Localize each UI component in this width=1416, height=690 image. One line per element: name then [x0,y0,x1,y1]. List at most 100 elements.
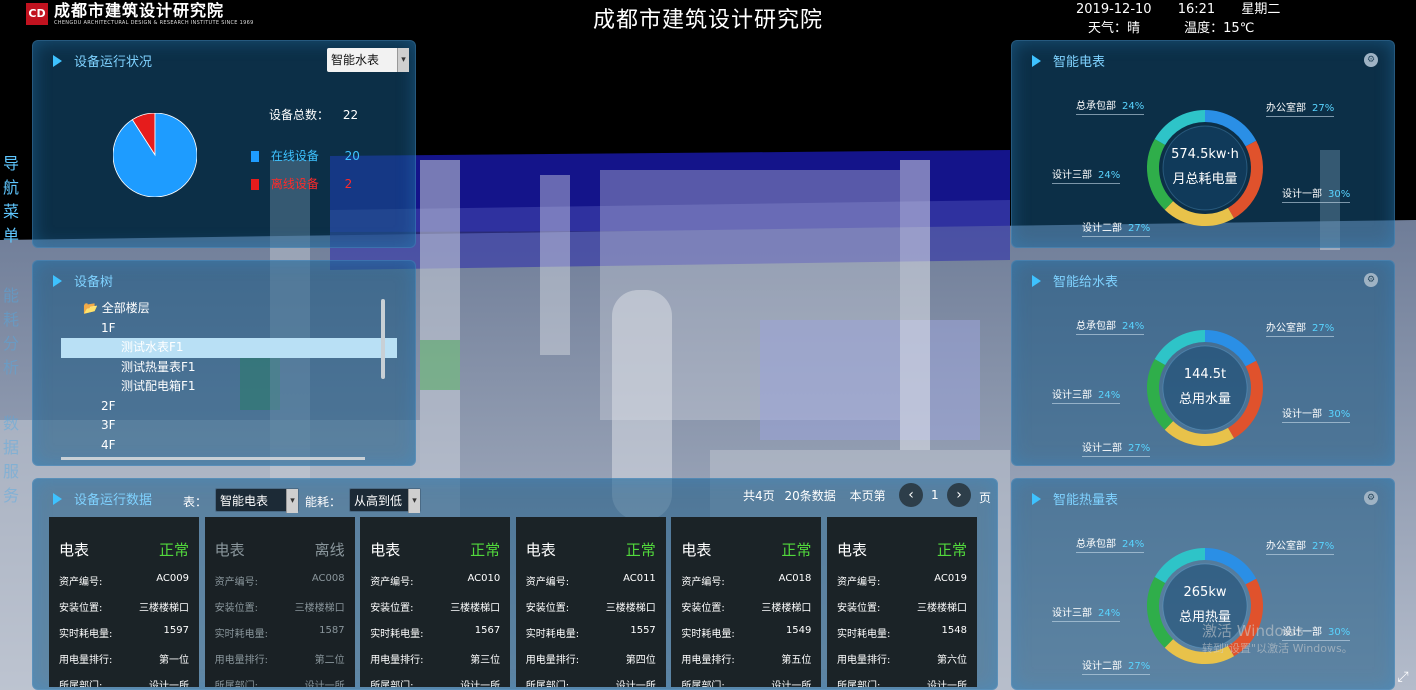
card-field-label: 资产编号: [214,577,258,588]
windows-activation-hint: 转到"设置"以激活 Windows。 [1202,642,1353,655]
card-field-value: 三楼楼梯口 [917,603,967,614]
card-field-label: 用电量排行: [837,655,891,666]
online-legend-swatch [251,151,259,162]
panel-title: 智能电表 [1053,55,1106,70]
card-field-value: AC018 [778,573,812,584]
card-field-value: 1549 [785,625,812,636]
card-field-label: 所属部门: [59,681,103,687]
card-field-value: 三楼楼梯口 [761,603,812,614]
fullscreen-icon[interactable]: ⤢ [1394,668,1412,686]
card-field-row: 资产编号: AC010 [370,573,500,588]
page-suffix: 页 [979,491,992,505]
card-field-row: 安装位置: 三楼楼梯口 [215,599,345,614]
card-field-label: 所属部门: [837,681,881,687]
card-field-label: 用电量排行: [59,655,113,666]
chevron-down-icon: ▾ [397,48,409,72]
device-type-select[interactable]: 智能电表 ▾ [215,488,299,513]
card-device-type: 电表 [525,541,556,559]
device-data-panel: 设备运行数据 表： 智能电表 ▾ 能耗： 从高到低 ▾ 共4页 20条数据 本页… [32,478,998,690]
segment-percent: 27% [1312,103,1335,114]
card-field-label: 所属部门: [370,681,414,687]
card-status: 正常 [158,541,189,559]
tree-horizontal-scrollbar[interactable] [61,457,365,460]
card-field-label: 所属部门: [681,681,725,687]
ring-legend-label: 总承包部 24% [1076,97,1145,115]
card-field-value: AC010 [467,573,501,584]
current-page-label: 本页第 [849,489,886,503]
date-text: 2019-12-10 [1076,2,1152,17]
segment-name: 总承包部 [1076,539,1116,550]
segment-percent: 24% [1122,321,1145,332]
card-field-value: 设计一所 [149,681,189,687]
card-field-row: 实时耗电量: 1587 [215,625,345,640]
folder-open-icon: 📂 [83,301,98,315]
tree-node-device[interactable]: 测试配电箱F1 [61,377,397,397]
card-field-value: 三楼楼梯口 [139,603,189,614]
card-field-row: 用电量排行: 第六位 [837,651,967,666]
chevron-down-icon: ▾ [408,489,420,513]
card-field-row: 实时耗电量: 1567 [370,625,500,640]
device-card[interactable]: 电表 正常 资产编号: AC009 安装位置: 三楼楼梯口 实时耗电量: 1597 用电量排行:… [49,517,199,687]
device-card[interactable]: 电表 正常 资产编号: AC018 安装位置: 三楼楼梯口 实时耗电量: 1549 用电量排行:… [671,517,822,687]
tree-node-all-floors[interactable]: 📂 全部楼层 [61,299,397,319]
ring-legend-label: 办公室部 27% [1266,319,1335,337]
device-card[interactable]: 电表 正常 资产编号: AC019 安装位置: 三楼楼梯口 实时耗电量: 1548 用电量排行:… [827,517,977,687]
play-icon [1032,54,1041,67]
tree-node-floor[interactable]: 3F [61,416,397,436]
tree-node-device-selected[interactable]: 测试水表F1 [61,338,397,358]
tree-vertical-scrollbar[interactable] [381,299,385,379]
segment-percent: 27% [1128,661,1151,672]
tree-node-floor[interactable]: 1F [61,319,397,339]
card-field-value: AC008 [311,573,345,584]
card-field-label: 资产编号: [837,577,881,588]
ring-legend-label: 设计三部 24% [1052,386,1121,404]
device-tree-panel: 设备树 📂 全部楼层 1F 测试水表F1 测试热量表F1 测试配电箱F1 2F … [32,260,416,466]
device-card[interactable]: 电表 正常 资产编号: AC010 安装位置: 三楼楼梯口 实时耗电量: 1567 用电量排行:… [360,517,511,687]
temperature-text: 温度：15℃ [1184,21,1255,36]
side-nav-data[interactable]: 数据服务 [0,412,22,508]
card-field-label: 用电量排行: [525,655,580,666]
settings-icon[interactable]: ⚙ [1364,273,1378,287]
card-field-row: 资产编号: AC011 [526,573,656,588]
prev-page-button[interactable]: ‹ [899,483,923,507]
panel-title: 设备运行数据 [74,493,153,508]
energy-sort-select[interactable]: 从高到低 ▾ [349,488,421,513]
card-field-value: 1548 [941,625,967,636]
meter-total-label: 月总耗电量 [1172,172,1238,187]
settings-icon[interactable]: ⚙ [1364,491,1378,505]
card-field-label: 所属部门: [214,681,258,687]
device-tree: 📂 全部楼层 1F 测试水表F1 测试热量表F1 测试配电箱F1 2F 3F 4… [61,299,397,459]
smart-water-meter-panel: 智能给水表 ⚙ 144.5t 总用水量 办公室部 27% 设计一部 30% 设计二部 27% 设计三… [1011,260,1395,466]
segment-percent: 27% [1312,323,1335,334]
card-field-row: 用电量排行: 第五位 [681,651,811,666]
device-card[interactable]: 电表 离线 资产编号: AC008 安装位置: 三楼楼梯口 实时耗电量: 1587 用电量排行:… [204,517,355,687]
play-icon [1032,274,1041,287]
meter-type-select[interactable]: 智能水表 ▾ [327,48,409,72]
panel-title: 设备树 [74,275,114,290]
card-field-row: 所属部门: 设计一所 [370,677,500,687]
page-count: 共4页 [743,489,775,503]
segment-percent: 27% [1312,541,1335,552]
device-status-pie [113,113,197,197]
card-status: 正常 [470,541,501,559]
segment-percent: 30% [1328,409,1351,420]
record-count: 20条数据 [784,489,836,503]
side-nav-menu[interactable]: 导航菜单 [0,152,22,248]
settings-icon[interactable]: ⚙ [1364,53,1378,67]
device-card[interactable]: 电表 正常 资产编号: AC011 安装位置: 三楼楼梯口 实时耗电量: 1557 用电量排行:… [515,517,666,687]
card-field-label: 实时耗电量: [681,629,735,640]
tree-node-floor[interactable]: 2F [61,397,397,417]
side-nav-energy[interactable]: 能耗分析 [0,284,22,380]
card-field-row: 实时耗电量: 1557 [526,625,656,640]
card-field-label: 实时耗电量: [214,629,268,640]
card-field-value: 设计一所 [304,681,345,687]
segment-percent: 27% [1128,443,1151,454]
card-field-value: 第三位 [470,655,501,666]
tree-node-floor[interactable]: 4F [61,436,397,456]
next-page-button[interactable]: › [947,483,971,507]
play-icon [53,274,62,287]
card-field-label: 安装位置: [681,603,725,614]
segment-name: 设计一部 [1282,409,1322,420]
tree-node-device[interactable]: 测试热量表F1 [61,358,397,378]
card-field-label: 安装位置: [59,603,103,614]
